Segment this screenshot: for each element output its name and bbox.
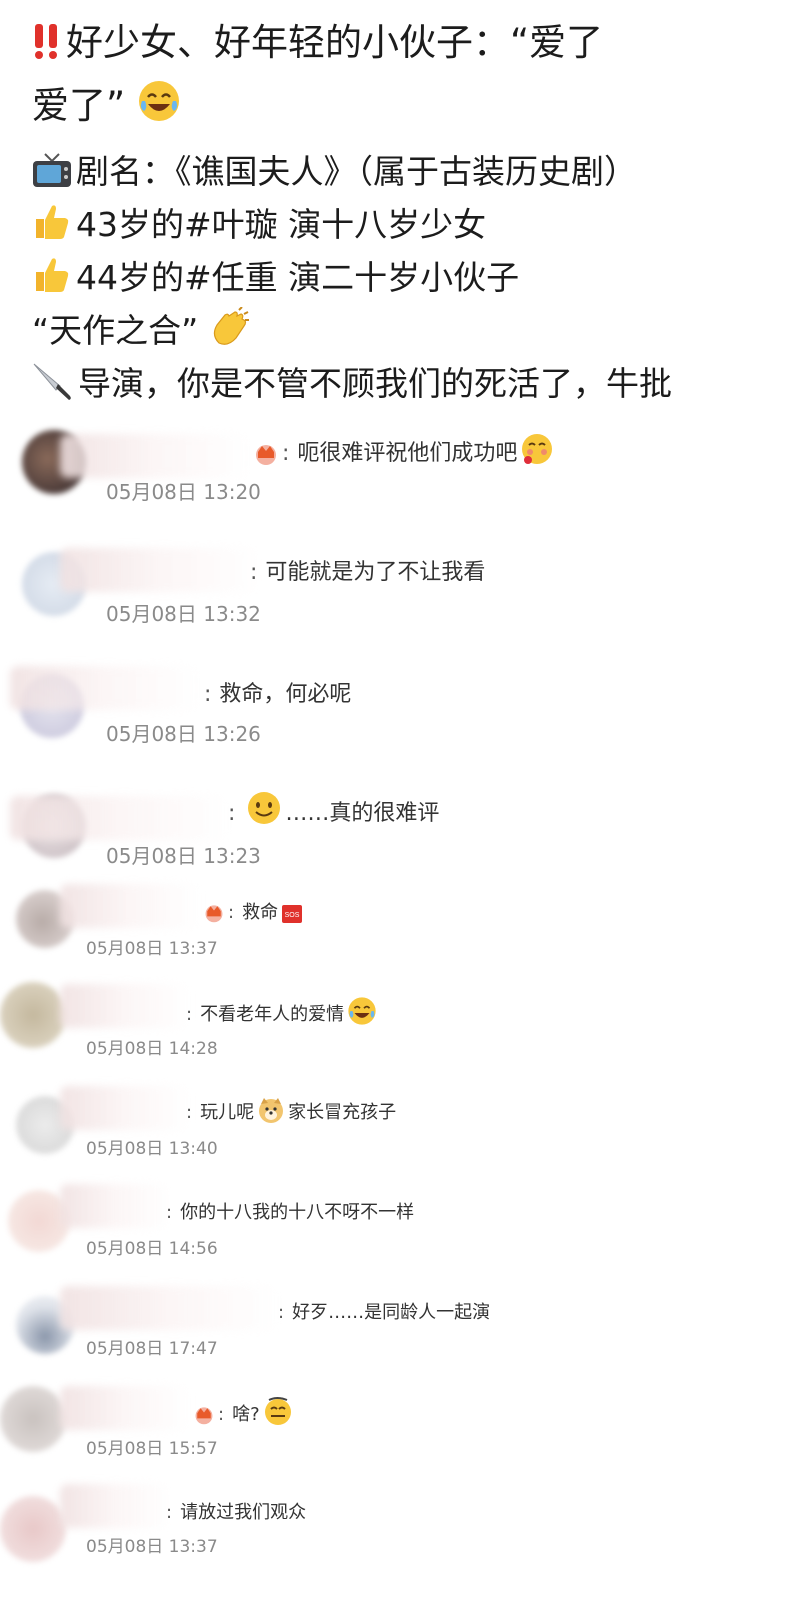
comment-text: : 你的十八我的十八不呀不一样 (166, 1202, 415, 1223)
comment-time: 05月08日 13:32 (106, 602, 261, 626)
comment-body: 你的十八我的十八不呀不一样 (180, 1202, 415, 1223)
post-content: 好少女、好年轻的小伙子：“爱了 爱了” 剧名：《谯国夫人》（属于古装历史剧） 4… (0, 0, 800, 418)
post-actor1-line: 43岁的#叶璇 演十八岁少女 (32, 201, 770, 254)
post-match-text: “天作之合” (32, 311, 199, 350)
comment-text: : 好歹……是同龄人一起演 (278, 1302, 491, 1323)
comment-body: 请放过我们观众 (180, 1502, 307, 1523)
comment-body: 可能就是为了不让我看 (265, 560, 486, 585)
comment-text: : 啥? (190, 1396, 296, 1431)
comment-text: : ……真的很难评 (228, 790, 439, 832)
comment-text: : 呃很难评祝他们成功吧 (250, 432, 557, 472)
crown-badge-icon (253, 442, 279, 472)
comment-time: 05月08日 13:23 (106, 844, 261, 868)
comment-item: : 救命 SOS 05月08日 13:37 (0, 880, 800, 972)
comment-body: 啥? (232, 1404, 260, 1425)
double-exclamation-icon (32, 19, 62, 77)
crown-badge-icon (203, 902, 225, 929)
comment-time: 05月08日 13:20 (106, 480, 261, 504)
thumbs-up-icon (32, 254, 72, 307)
post-director-text: 导演，你是不管不顾我们的死活了，牛批 (78, 364, 672, 403)
post-drama-text: 剧名：《谯国夫人》（属于古装历史剧） (76, 152, 637, 191)
blurred-username[interactable] (60, 1184, 170, 1228)
post-drama-line: 剧名：《谯国夫人》（属于古装历史剧） (32, 148, 770, 201)
blurred-username[interactable] (60, 984, 190, 1028)
blurred-username[interactable] (10, 666, 200, 710)
laughing-emoji-icon (137, 79, 181, 140)
dizzy-emoji-icon (263, 1396, 293, 1431)
comment-item: : 可能就是为了不让我看 05月08日 13:32 (0, 540, 800, 640)
comment-body: 救命 (242, 902, 279, 923)
post-title: 好少女、好年轻的小伙子：“爱了 爱了” (32, 14, 770, 140)
comment-item: : 呃很难评祝他们成功吧 05月08日 13:20 (0, 420, 800, 520)
comment-time: 05月08日 15:57 (86, 1439, 218, 1459)
knife-icon (32, 360, 74, 413)
comment-item: : 你的十八我的十八不呀不一样 05月08日 14:56 (0, 1180, 800, 1272)
comment-item: : 救命，何必呢 05月08日 13:26 (0, 662, 800, 762)
comment-text: : 救命，何必呢 (204, 682, 352, 707)
comment-time: 05月08日 14:28 (86, 1039, 218, 1059)
blurred-username[interactable] (60, 1286, 280, 1330)
avatar[interactable] (0, 1496, 66, 1562)
comment-time: 05月08日 13:37 (86, 939, 218, 959)
post-title-line2: 爱了” (32, 84, 126, 127)
comment-text: : 玩儿呢 家长冒充孩子 (186, 1096, 396, 1129)
sos-icon: SOS (281, 904, 303, 929)
blurred-username[interactable] (60, 1086, 190, 1130)
blurred-username[interactable] (60, 434, 250, 478)
blurred-username[interactable] (60, 884, 200, 928)
svg-text:SOS: SOS (285, 912, 300, 919)
comment-time: 05月08日 13:37 (86, 1537, 218, 1557)
post-title-line1: 好少女、好年轻的小伙子：“爱了 (66, 21, 604, 64)
comment-body: 好歹……是同龄人一起演 (292, 1302, 491, 1323)
comment-body: 不看老年人的爱情 (200, 1004, 345, 1025)
laughing-emoji-icon (347, 996, 377, 1031)
comment-time: 05月08日 14:56 (86, 1239, 218, 1259)
post-director-line: 导演，你是不管不顾我们的死活了，牛批 (32, 360, 770, 413)
thumbs-up-icon (32, 201, 72, 254)
post-actor1-text: 43岁的#叶璇 演十八岁少女 (76, 205, 487, 244)
post-actor2-text: 44岁的#任重 演二十岁小伙子 (76, 258, 520, 297)
comment-text: : 不看老年人的爱情 (186, 996, 380, 1031)
comment-item: : 啥? 05月08日 15:57 (0, 1380, 800, 1472)
blurred-username[interactable] (60, 1484, 170, 1528)
comment-body: 玩儿呢 (200, 1102, 255, 1123)
avatar[interactable] (0, 982, 66, 1048)
comment-time: 05月08日 13:40 (86, 1139, 218, 1159)
comment-item: : 好歹……是同龄人一起演 05月08日 17:47 (0, 1280, 800, 1372)
blurred-username[interactable] (10, 796, 230, 840)
comment-text: : 可能就是为了不让我看 (250, 560, 486, 585)
avatar[interactable] (0, 1386, 66, 1452)
comment-time: 05月08日 17:47 (86, 1339, 218, 1359)
blurred-username[interactable] (60, 1386, 190, 1430)
comment-body: ……真的很难评 (285, 801, 440, 826)
tv-icon (32, 152, 72, 201)
post-actor2-line: 44岁的#任重 演二十岁小伙子 (32, 254, 770, 307)
crown-badge-icon (193, 1404, 215, 1431)
comment-body: 呃很难评祝他们成功吧 (297, 441, 518, 466)
clapping-hands-icon (209, 306, 249, 360)
comment-time: 05月08日 13:26 (106, 722, 261, 746)
comment-text: : 请放过我们观众 (166, 1502, 307, 1523)
smile-emoji-icon (246, 790, 282, 832)
post-match-line: “天作之合” (32, 306, 770, 360)
shy-emoji-icon (520, 432, 554, 472)
comment-item: : 请放过我们观众 05月08日 13:37 (0, 1480, 800, 1604)
comment-item: : 不看老年人的爱情 05月08日 14:28 (0, 980, 800, 1072)
comment-text: : 救命 SOS (200, 898, 306, 929)
comment-body-extra: 家长冒充孩子 (288, 1102, 397, 1123)
comment-item: : 玩儿呢 家长冒充孩子 05月08日 13:40 (0, 1080, 800, 1172)
comment-body: 救命，何必呢 (219, 682, 352, 707)
blurred-username[interactable] (60, 548, 260, 592)
doge-icon (257, 1096, 285, 1129)
comment-item: : ……真的很难评 05月08日 13:23 (0, 782, 800, 882)
